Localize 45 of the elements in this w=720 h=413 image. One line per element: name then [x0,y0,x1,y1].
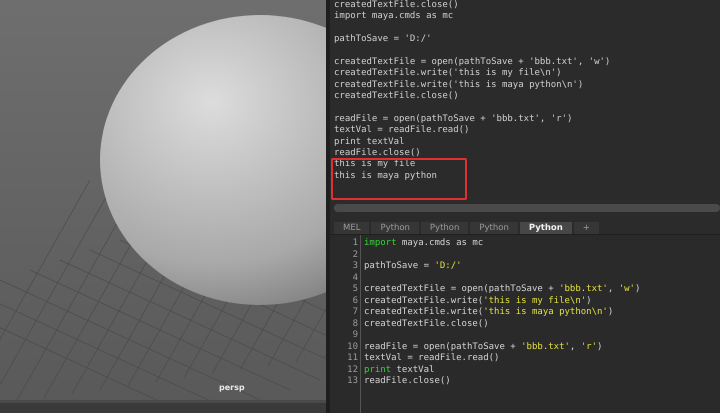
output-line: readFile.close() [334,148,422,160]
code-line: createdTextFile.write('this is maya python\n') [364,307,614,318]
code-line: import maya.cmds as mc [364,238,484,250]
horizontal-scrollbar[interactable] [334,204,720,212]
line-number: 4 [352,272,358,284]
output-line: textVal = readFile.read() [334,125,470,137]
line-number: 13 [346,376,358,388]
output-line: print textVal [334,136,406,148]
line-number: 6 [352,296,358,307]
editor-tab[interactable]: Python [470,222,518,234]
line-number: 5 [352,284,358,296]
output-line: createdTextFile.close() [334,91,460,103]
line-number: 9 [352,330,358,342]
code-line: createdTextFile = open(pathToSave + 'bbb.txt', 'w') [364,284,640,296]
code-line: readFile = open(pathToSave + 'bbb.txt', 'r') [364,342,604,353]
code-line: readFile.close() [364,376,452,388]
editor-tab[interactable]: Python [520,222,572,234]
line-number: 8 [352,318,358,330]
editor-tab[interactable]: Python [420,222,468,234]
viewport[interactable]: persp [0,0,326,400]
output-line: createdTextFile.write('this is maya python\n') [334,80,584,91]
line-number: 7 [352,307,358,318]
output-line: pathToSave = 'D:/' [334,34,433,46]
editor-tab[interactable]: MEL [334,222,370,234]
code-line: pathToSave = 'D:/' [364,261,463,272]
output-line: this is maya python [334,170,438,182]
output-line: readFile = open(pathToSave + 'bbb.txt', 'r') [334,114,574,125]
code-line: print textVal [364,364,436,376]
line-number: 3 [352,261,358,272]
output-line: createdTextFile = open(pathToSave + 'bbb.txt', 'w') [334,56,612,68]
output-line: import maya.cmds as mc [334,11,454,23]
editor-tab[interactable]: + [574,222,599,234]
code-line: createdTextFile.close() [364,318,490,330]
output-line: createdTextFile.close() [334,0,460,11]
line-number: 11 [346,353,358,364]
code-line: textVal = readFile.read() [364,353,500,364]
output-line: createdTextFile.write('this is my file\n') [334,68,563,80]
line-number: 12 [346,364,358,376]
line-number: 1 [352,238,358,250]
editor-tab[interactable]: Python [371,222,419,234]
line-number: 10 [346,342,358,353]
code-line: createdTextFile.write('this is my file\n') [364,296,593,307]
timeline-bar[interactable] [0,400,326,413]
line-number: 2 [352,250,358,261]
camera-label: persp [219,383,245,392]
